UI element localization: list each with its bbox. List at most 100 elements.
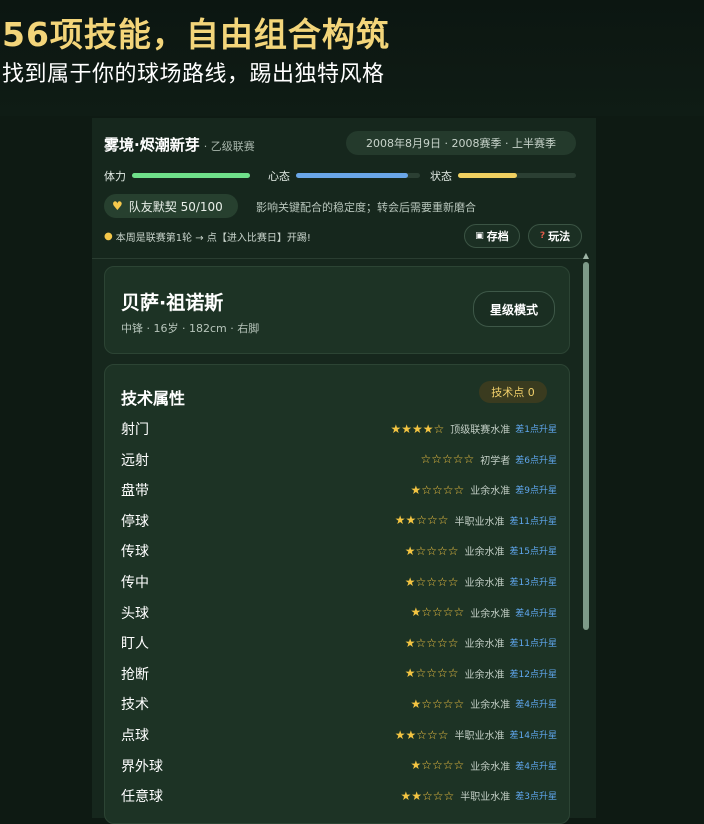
save-icon: ▣ [475, 231, 484, 241]
mentality-label: 心态 [268, 170, 290, 183]
attribute-name: 盘带 [121, 483, 149, 500]
attribute-rating: ★★☆☆☆ 半职业水准 差11点升星 [395, 513, 557, 528]
attribute-name: 射门 [121, 422, 149, 438]
attribute-rating: ★☆☆☆☆ 业余水准 差4点升星 [410, 605, 557, 620]
question-icon: ? [539, 231, 546, 241]
save-button[interactable]: ▣ 存档 [464, 224, 520, 248]
lightbulb-icon: ● [104, 231, 113, 242]
attribute-name: 界外球 [121, 758, 163, 775]
attribute-row: 传中 ★☆☆☆☆ 业余水准 差13点升星 [105, 572, 571, 592]
attribute-level: 业余水准 [464, 547, 505, 559]
attribute-name: 远射 [121, 452, 149, 469]
banner-subline: 找到属于你的球场路线，踢出独特风格 [2, 62, 385, 87]
attribute-row: 远射 ☆☆☆☆☆ 初学者 差6点升星 [105, 450, 571, 470]
chemistry-label: 队友默契 50/100 [128, 199, 223, 214]
upgrade-hint: 差11点升星 [509, 516, 557, 527]
attribute-rating: ★☆☆☆☆ 业余水准 差15点升星 [405, 543, 557, 559]
scroll-up-arrow[interactable]: ▲ [580, 252, 592, 260]
attribute-row: 点球 ★★☆☆☆ 半职业水准 差14点升星 [105, 725, 571, 745]
attribute-rating: ★☆☆☆☆ 业余水准 差9点升星 [410, 482, 557, 498]
star-rating: ★☆☆☆☆ [404, 666, 459, 681]
attribute-level: 业余水准 [470, 486, 511, 498]
attribute-level: 业余水准 [464, 639, 505, 651]
league-label: · 乙级联赛 [203, 140, 255, 153]
upgrade-hint: 差4点升星 [515, 761, 557, 772]
game-panel: 雾境·烬潮新芽 · 乙级联赛 2008年8月9日 · 2008赛季 · 上半赛季… [92, 118, 596, 824]
attribute-name: 停球 [121, 513, 149, 530]
how-to-play-button[interactable]: ? 玩法 [528, 224, 582, 248]
attribute-level: 半职业水准 [454, 731, 505, 742]
stamina-bar [132, 173, 250, 178]
player-name: 贝萨·祖诺斯 [121, 292, 224, 314]
player-card: 贝萨·祖诺斯 中锋 · 16岁 · 182cm · 右脚 星级模式 [104, 266, 570, 354]
title-row: 雾境·烬潮新芽 · 乙级联赛 [104, 134, 255, 155]
attribute-level: 半职业水准 [460, 792, 511, 804]
attribute-row: 盘带 ★☆☆☆☆ 业余水准 差9点升星 [105, 480, 571, 500]
attribute-rating: ★☆☆☆☆ 业余水准 差12点升星 [405, 666, 557, 681]
mentality-bar [296, 173, 420, 178]
attribute-level: 初学者 [480, 455, 511, 467]
star-rating: ☆☆☆☆☆ [420, 452, 475, 467]
attribute-level: 业余水准 [464, 669, 505, 681]
attribute-level: 半职业水准 [454, 516, 505, 528]
attribute-level: 业余水准 [470, 761, 511, 773]
star-rating: ★★☆☆☆ [394, 727, 449, 742]
star-rating: ★☆☆☆☆ [404, 574, 459, 589]
upgrade-hint: 差9点升星 [515, 486, 557, 497]
form-fill [458, 173, 517, 178]
upgrade-hint: 差12点升星 [509, 669, 557, 680]
stamina-label: 体力 [104, 170, 126, 183]
attribute-name: 传球 [121, 544, 149, 561]
star-rating: ★☆☆☆☆ [410, 758, 465, 773]
star-rating: ★★★★☆ [390, 421, 445, 436]
attribute-name: 抢断 [121, 666, 149, 683]
round-hint: ● 本周是联赛第1轮 → 点【进入比赛日】开踢! [104, 229, 311, 244]
stamina-fill [132, 173, 250, 178]
upgrade-hint: 差3点升星 [515, 792, 557, 803]
skill-points-badge: 技术点 0 [479, 381, 547, 403]
attribute-row: 头球 ★☆☆☆☆ 业余水准 差4点升星 [105, 603, 571, 623]
scrollbar-thumb[interactable] [583, 262, 589, 630]
upgrade-hint: 差13点升星 [509, 578, 557, 588]
heart-icon: ♥ [112, 199, 123, 213]
attribute-name: 盯人 [121, 636, 149, 653]
attribute-row: 射门 ★★★★☆ 顶级联赛水准 差1点升星 [105, 419, 571, 439]
date-badge: 2008年8月9日 · 2008赛季 · 上半赛季 [346, 131, 576, 155]
attribute-name: 传中 [121, 575, 149, 591]
attribute-rating: ★☆☆☆☆ 业余水准 差13点升星 [404, 574, 557, 590]
attribute-row: 技术 ★☆☆☆☆ 业余水准 差4点升星 [105, 694, 571, 714]
upgrade-hint: 差6点升星 [515, 455, 557, 466]
chemistry-note: 影响关键配合的稳定度；转会后需要重新磨合 [256, 201, 476, 214]
attribute-name: 技术 [121, 697, 149, 714]
banner-headline: 56项技能，自由组合构筑 [2, 15, 390, 54]
attributes-title: 技术属性 [121, 389, 186, 408]
form-label: 状态 [430, 170, 452, 183]
attribute-rating: ★☆☆☆☆ 业余水准 差11点升星 [405, 635, 557, 651]
upgrade-hint: 差14点升星 [509, 731, 557, 741]
attributes-card: 技术属性 技术点 0 射门 ★★★★☆ 顶级联赛水准 差1点升星 远射 ☆☆☆☆☆ 初学者差… [104, 364, 570, 824]
attribute-rating: ★☆☆☆☆ 业余水准 差4点升星 [410, 758, 557, 773]
chemistry-badge: ♥ 队友默契 50/100 [104, 194, 238, 218]
attribute-rating: ★★★★☆ 顶级联赛水准 差1点升星 [390, 421, 557, 437]
upgrade-hint: 差4点升星 [515, 700, 557, 711]
round-hint-text: 本周是联赛第1轮 → 点【进入比赛日】开踢! [115, 233, 311, 244]
attribute-level: 顶级联赛水准 [450, 425, 511, 436]
attribute-rating: ★★☆☆☆ 半职业水准 差14点升星 [394, 727, 557, 743]
attribute-name: 点球 [121, 728, 149, 744]
attribute-row: 任意球 ★★☆☆☆ 半职业水准 差3点升星 [105, 786, 571, 806]
save-label: 存档 [486, 230, 509, 243]
attribute-row: 界外球 ★☆☆☆☆ 业余水准 差4点升星 [105, 756, 571, 776]
attribute-row: 停球 ★★☆☆☆ 半职业水准 差11点升星 [105, 511, 571, 531]
divider [92, 258, 584, 259]
upgrade-hint: 差11点升星 [509, 639, 557, 650]
attribute-level: 业余水准 [470, 608, 511, 620]
star-rating: ★☆☆☆☆ [410, 482, 465, 497]
star-mode-button[interactable]: 星级模式 [473, 291, 555, 327]
upgrade-hint: 差4点升星 [515, 608, 557, 619]
attribute-row: 盯人 ★☆☆☆☆ 业余水准 差11点升星 [105, 633, 571, 653]
star-rating: ★★☆☆☆ [394, 513, 449, 528]
star-rating: ★☆☆☆☆ [410, 696, 465, 711]
star-rating: ★☆☆☆☆ [410, 605, 465, 620]
attribute-row: 抢断 ★☆☆☆☆ 业余水准 差12点升星 [105, 664, 571, 684]
attribute-row: 传球 ★☆☆☆☆ 业余水准 差15点升星 [105, 541, 571, 561]
